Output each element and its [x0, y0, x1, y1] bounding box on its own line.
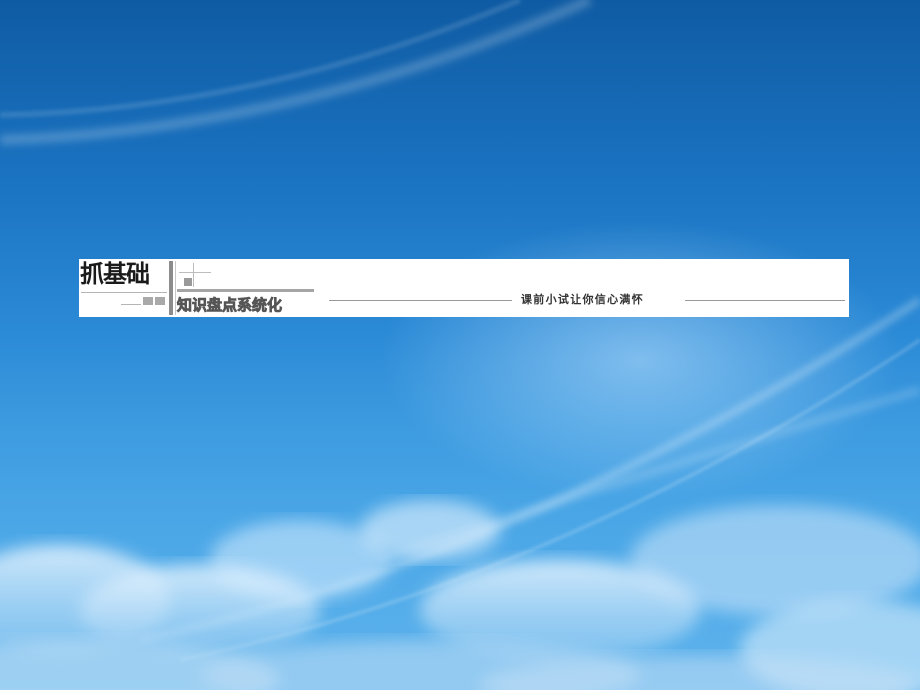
section-slogan: 课前小试让你信心满怀	[521, 293, 644, 306]
title-separator-thin	[175, 261, 176, 315]
title-underline	[81, 292, 167, 293]
square-decoration	[184, 278, 192, 286]
section-header-banner: 抓基础 知识盘点系统化 课前小试让你信心满怀	[79, 259, 849, 317]
crosshair-decoration-vertical	[193, 263, 194, 287]
divider-rule-left	[329, 300, 512, 301]
divider-rule-right	[685, 300, 845, 301]
subtitle-top-rule	[177, 289, 314, 292]
decorative-square-1	[143, 297, 153, 305]
decorative-square-2	[155, 297, 165, 305]
section-subtitle: 知识盘点系统化	[177, 296, 283, 315]
section-title: 抓基础	[80, 259, 150, 288]
sky-clouds-illustration	[0, 0, 920, 690]
title-separator-bar	[169, 261, 173, 315]
decorative-short-line	[121, 304, 141, 305]
crosshair-decoration-horizontal	[179, 272, 211, 273]
slide-background: 抓基础 知识盘点系统化 课前小试让你信心满怀	[0, 0, 920, 690]
